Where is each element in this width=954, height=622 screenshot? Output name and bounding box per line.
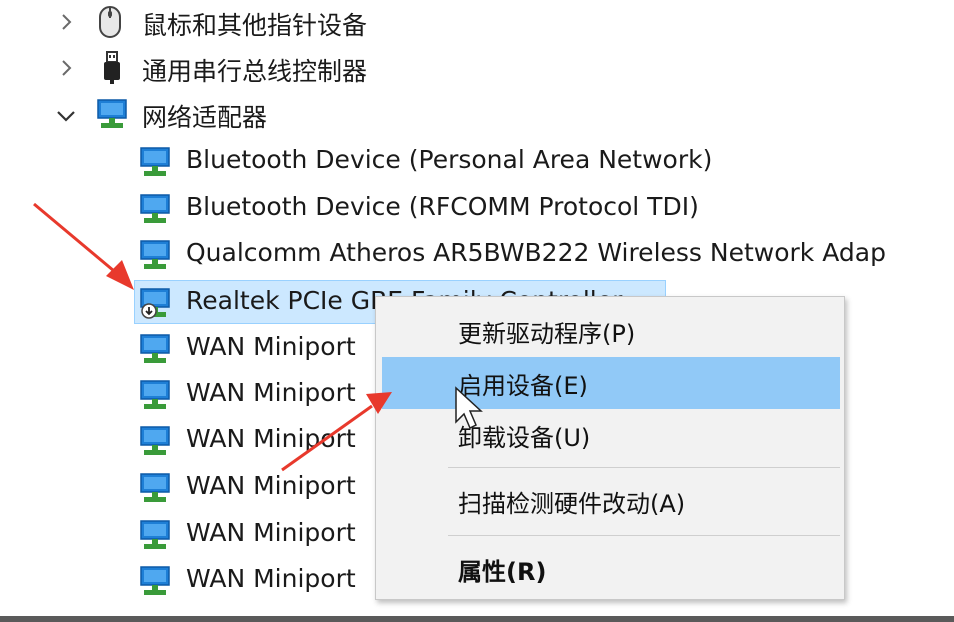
window-bottom-edge bbox=[0, 616, 954, 622]
tree-item-label: WAN Miniport bbox=[186, 564, 356, 593]
tree-item-label: Bluetooth Device (Personal Area Network) bbox=[186, 145, 713, 174]
tree-item-label: WAN Miniport bbox=[186, 424, 356, 453]
menu-separator bbox=[448, 535, 840, 536]
menu-item-uninstall-device[interactable]: 卸载设备(U) bbox=[382, 409, 840, 461]
menu-separator bbox=[448, 467, 840, 468]
tree-item-label: WAN Miniport bbox=[186, 471, 356, 500]
chevron-right-icon[interactable] bbox=[54, 10, 78, 34]
menu-item-update-driver[interactable]: 更新驱动程序(P) bbox=[382, 305, 840, 357]
mouse-icon bbox=[92, 4, 128, 40]
context-menu: 更新驱动程序(P) 启用设备(E) 卸载设备(U) 扫描检测硬件改动(A) 属性… bbox=[375, 296, 845, 600]
tree-category-label: 通用串行总线控制器 bbox=[142, 57, 368, 86]
network-adapter-icon bbox=[137, 470, 173, 506]
annotation-arrow bbox=[33, 202, 134, 290]
tree-item-label: WAN Miniport bbox=[186, 518, 356, 547]
network-adapter-disabled-icon bbox=[137, 285, 173, 321]
menu-item-label: 属性(R) bbox=[458, 557, 547, 586]
network-adapter-icon bbox=[137, 191, 173, 227]
network-adapter-icon bbox=[137, 423, 173, 459]
tree-category-label: 鼠标和其他指针设备 bbox=[142, 11, 368, 40]
tree-item-label: WAN Miniport bbox=[186, 332, 356, 361]
menu-item-label: 扫描检测硬件改动(A) bbox=[458, 489, 686, 518]
tree-item-label: Bluetooth Device (RFCOMM Protocol TDI) bbox=[186, 192, 699, 221]
device-manager-tree: 鼠标和其他指针设备 通用串行总线控制器 网络适配器 Bluetooth Devi… bbox=[0, 0, 954, 622]
menu-item-scan-hardware[interactable]: 扫描检测硬件改动(A) bbox=[382, 475, 840, 527]
chevron-down-icon[interactable] bbox=[54, 104, 78, 128]
network-adapter-icon bbox=[137, 563, 173, 599]
menu-item-properties[interactable]: 属性(R) bbox=[382, 543, 840, 595]
network-adapter-icon bbox=[94, 96, 130, 132]
network-adapter-icon bbox=[137, 517, 173, 553]
menu-item-label: 卸载设备(U) bbox=[458, 423, 591, 452]
menu-item-label: 启用设备(E) bbox=[458, 371, 588, 400]
menu-item-enable-device[interactable]: 启用设备(E) bbox=[382, 357, 840, 409]
network-adapter-icon bbox=[137, 144, 173, 180]
tree-item-label: Qualcomm Atheros AR5BWB222 Wireless Netw… bbox=[186, 238, 886, 267]
usb-icon bbox=[94, 50, 130, 86]
network-adapter-icon bbox=[137, 237, 173, 273]
network-adapter-icon bbox=[137, 331, 173, 367]
tree-item-label: WAN Miniport bbox=[186, 378, 356, 407]
network-adapter-icon bbox=[137, 377, 173, 413]
chevron-right-icon[interactable] bbox=[54, 56, 78, 80]
tree-category-label: 网络适配器 bbox=[142, 103, 268, 132]
menu-item-label: 更新驱动程序(P) bbox=[458, 319, 636, 348]
